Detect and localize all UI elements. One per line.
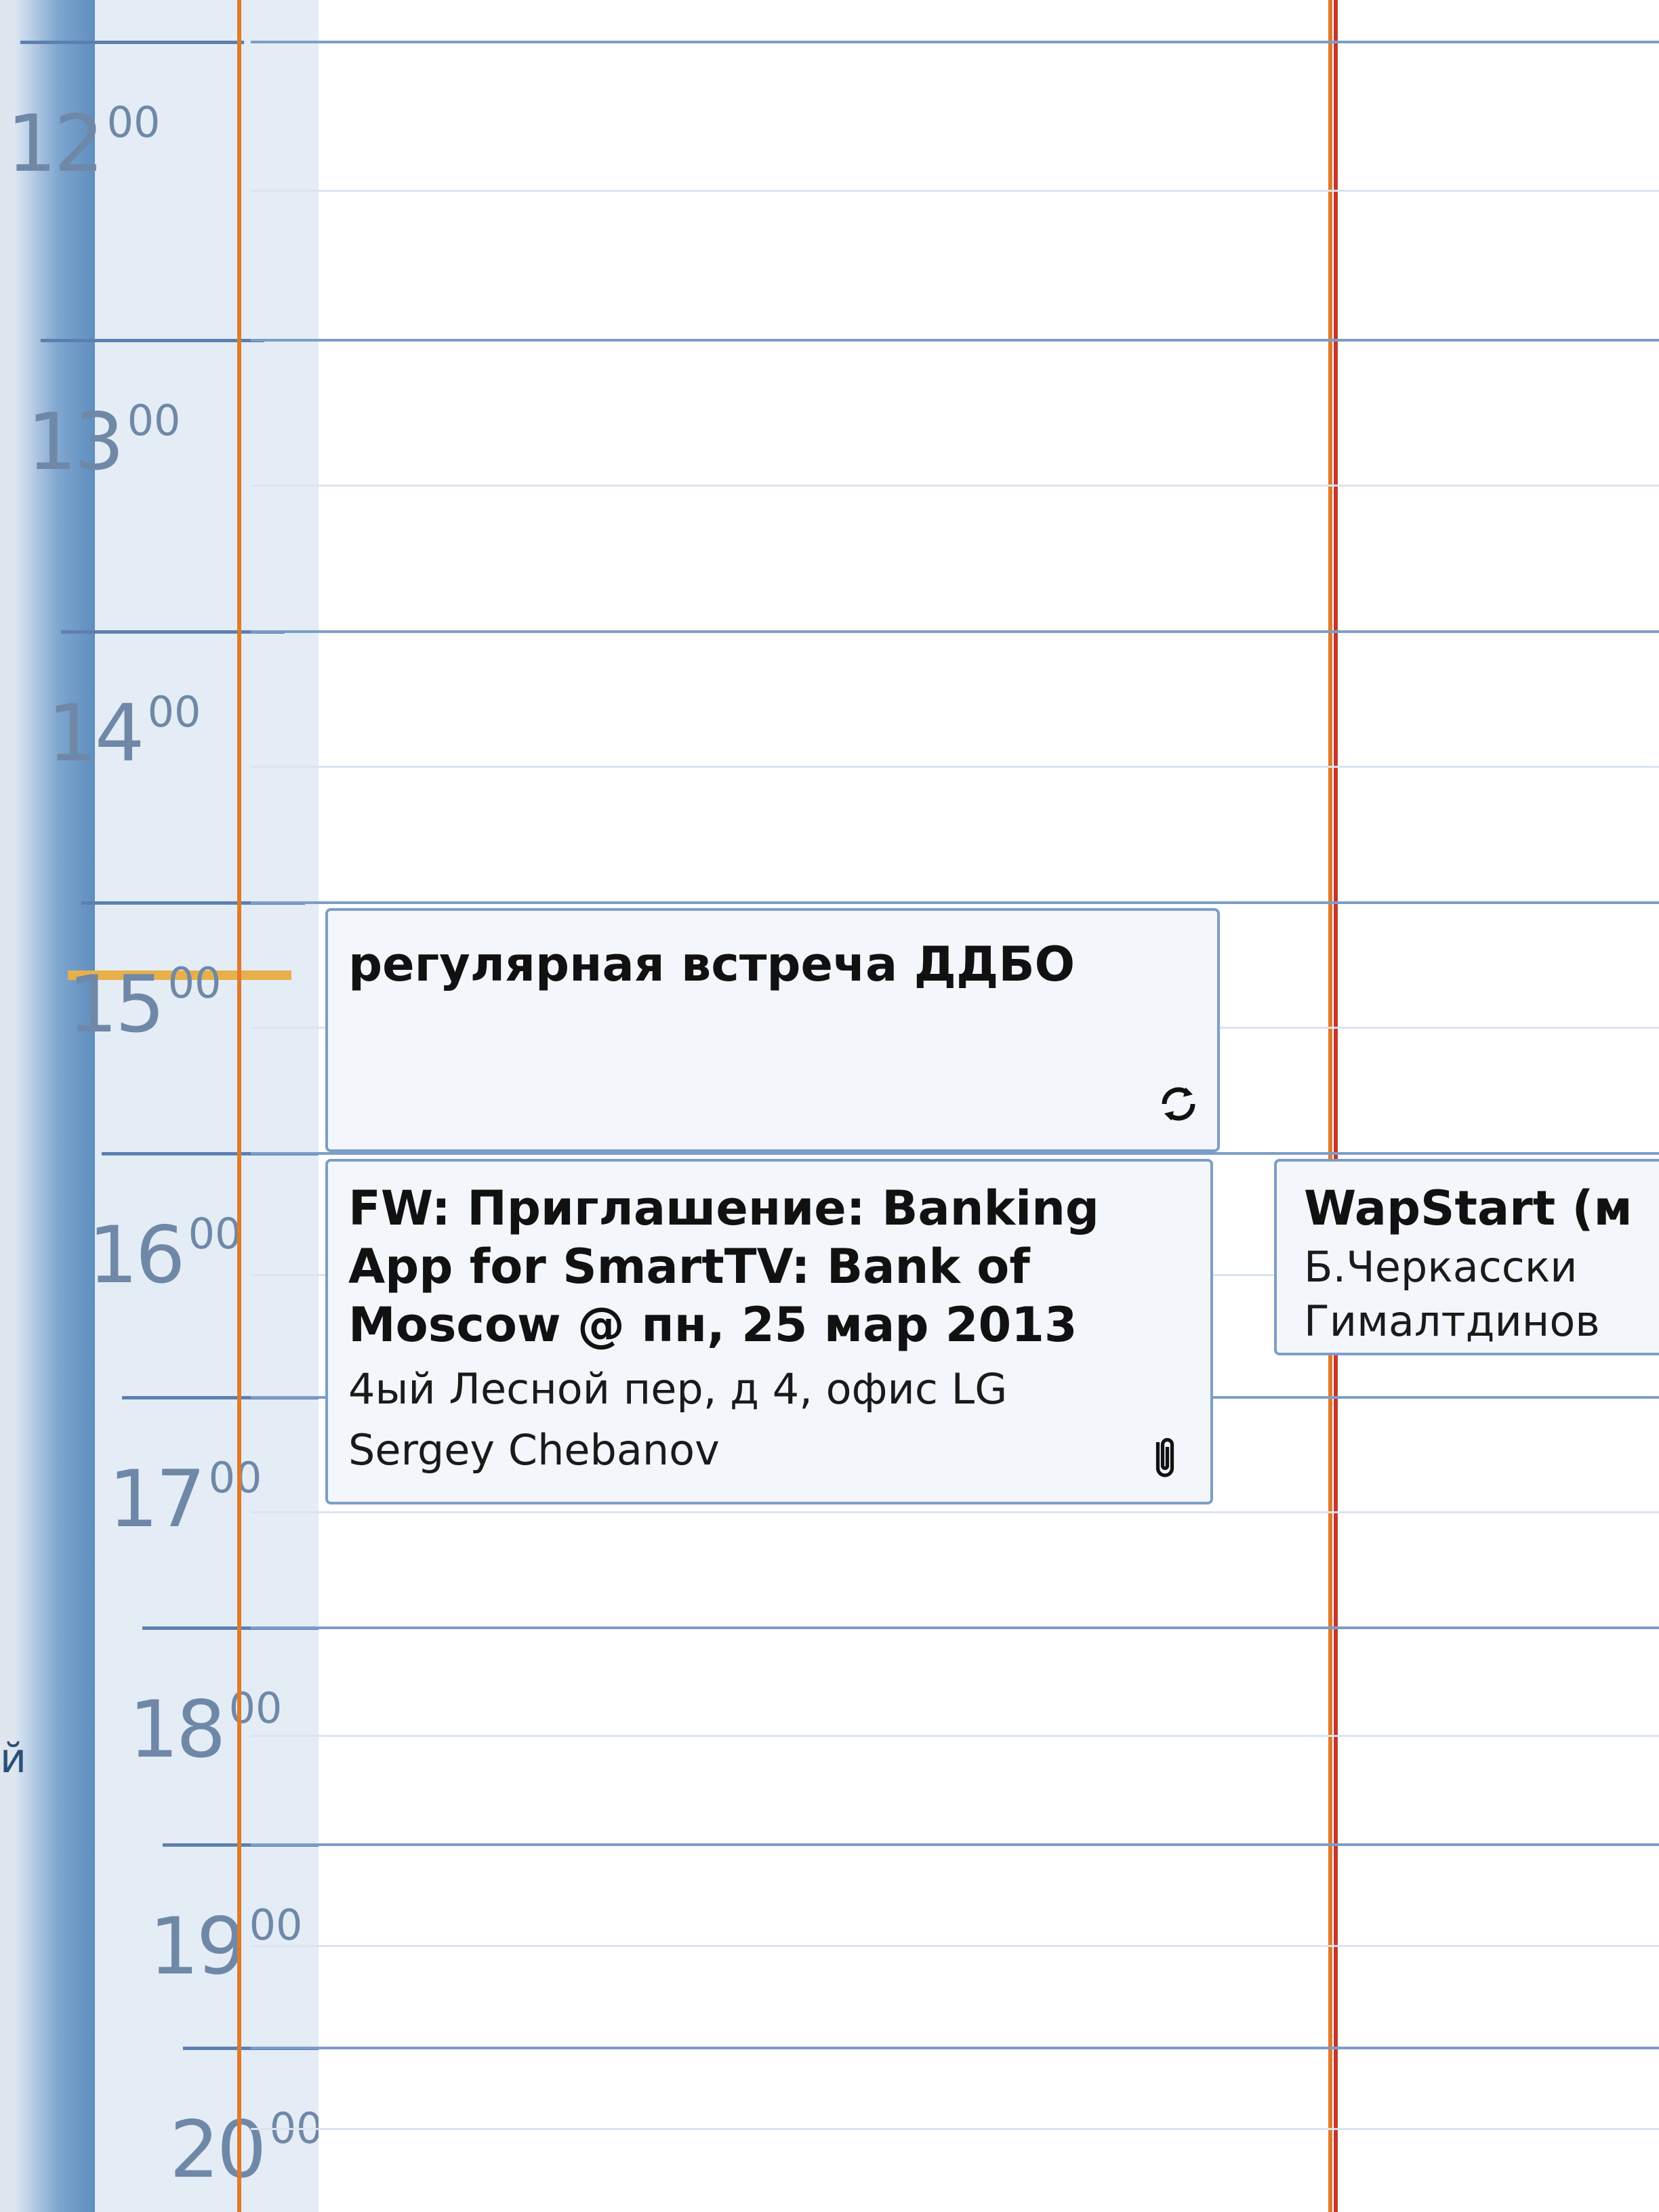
time-label-12: 12 00 (7, 102, 161, 184)
half-hour-grid-line (251, 1735, 1659, 1737)
minute-value: 00 (127, 396, 181, 445)
time-label-16: 16 00 (88, 1213, 242, 1295)
recurring-icon (1162, 1087, 1195, 1121)
appointment-line-3: Гималтдинов (1304, 1296, 1600, 1346)
appointment-regular-meeting[interactable]: регулярная встреча ДДБО (325, 908, 1220, 1152)
time-gutter (95, 0, 319, 2212)
navigation-pane-border (14, 0, 95, 2212)
time-label-14: 14 00 (47, 691, 201, 773)
appointment-title-line-1: FW: Приглашение: Banking (348, 1181, 1100, 1236)
hour-grid-line (251, 1626, 1659, 1629)
hour-grid-line (251, 2047, 1659, 2049)
appointment-wapstart[interactable]: WapStart (м Б.Черкасски Гималтдинов (1274, 1159, 1659, 1355)
day-column-border-left (237, 0, 241, 2212)
paperclip-icon (1155, 1437, 1174, 1477)
day-column-next[interactable] (1338, 0, 1659, 2212)
minute-value: 00 (188, 1209, 242, 1258)
appointment-banking-app[interactable]: FW: Приглашение: Banking App for SmartTV… (325, 1159, 1213, 1504)
minute-value: 00 (106, 98, 161, 147)
half-hour-grid-line (251, 1511, 1659, 1513)
hour-grid-line (251, 901, 1659, 904)
hour-divider (20, 41, 244, 44)
hour-value: 15 (68, 959, 165, 1050)
time-label-18: 18 00 (129, 1687, 283, 1769)
hour-value: 17 (108, 1454, 206, 1545)
appointment-line-2: Б.Черкасски (1304, 1242, 1578, 1292)
hour-divider (41, 339, 264, 342)
time-label-20: 20 00 (169, 2108, 323, 2190)
left-nav-edge (0, 0, 14, 2212)
appointment-organizer: Sergey Chebanov (348, 1425, 720, 1475)
hour-value: 19 (149, 1901, 247, 1992)
hour-value: 13 (27, 396, 125, 488)
minute-value: 00 (249, 1900, 303, 1950)
half-hour-grid-line (251, 1945, 1659, 1947)
appointment-title-line-2: App for SmartTV: Bank of (348, 1239, 1030, 1294)
time-label-15: 15 00 (68, 962, 222, 1044)
day-column-border-right (1328, 0, 1332, 2212)
hour-value: 18 (129, 1684, 226, 1776)
hour-grid-line (251, 1843, 1659, 1846)
hour-value: 14 (47, 688, 145, 779)
hour-grid-line (251, 339, 1659, 342)
minute-value: 00 (208, 1453, 262, 1502)
minute-value: 00 (167, 958, 222, 1008)
half-hour-grid-line (251, 766, 1659, 768)
hour-value: 12 (7, 98, 104, 190)
half-hour-grid-line (251, 2128, 1659, 2130)
time-label-13: 13 00 (27, 400, 181, 482)
hour-value: 20 (169, 2104, 267, 2196)
half-hour-grid-line (251, 190, 1659, 192)
appointment-title-line-3: Moscow @ пн, 25 мар 2013 (348, 1297, 1078, 1353)
appointment-title: регулярная встреча ДДБО (348, 937, 1076, 992)
hour-value: 16 (88, 1210, 186, 1301)
appointment-location: 4ый Лесной пер, д 4, офис LG (348, 1364, 1008, 1414)
hour-grid-line (251, 630, 1659, 633)
appointment-title: WapStart (м (1304, 1181, 1633, 1236)
hour-grid-line (251, 1152, 1659, 1155)
hour-grid-line (251, 41, 1659, 43)
half-hour-grid-line (251, 485, 1659, 487)
nav-pane-text-fragment: й (0, 1735, 26, 1782)
minute-value: 00 (147, 687, 201, 737)
